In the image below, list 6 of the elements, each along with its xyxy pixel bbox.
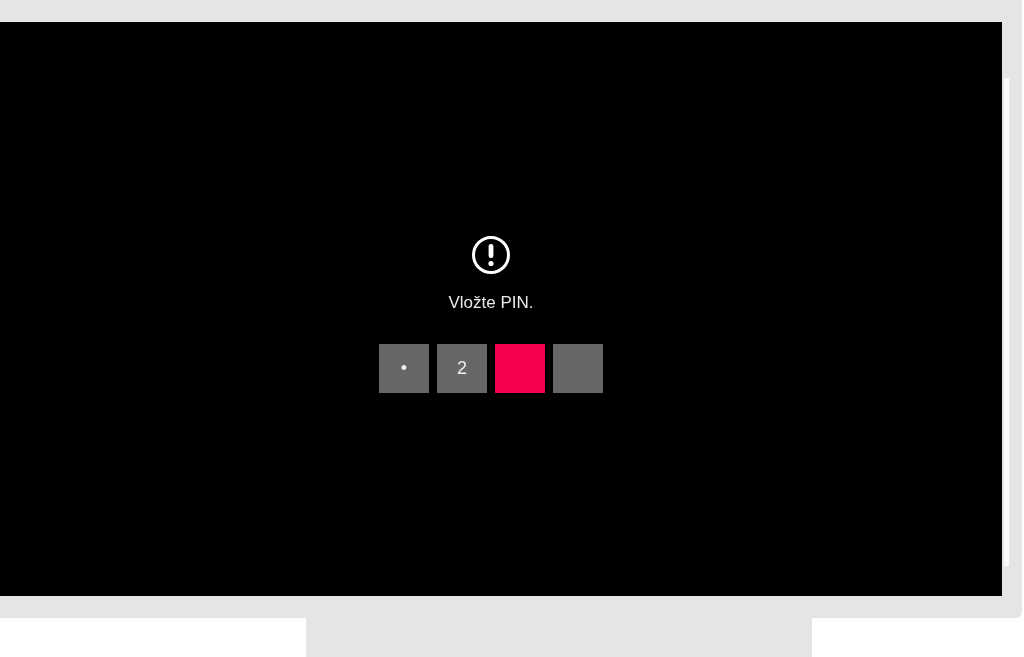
pin-digit-box[interactable]: • <box>379 344 429 393</box>
pin-prompt: Vložte PIN. <box>448 293 534 313</box>
pin-digit-box[interactable] <box>553 344 603 393</box>
pin-digit-box[interactable]: 2 <box>437 344 487 393</box>
exclamation-icon <box>471 235 511 275</box>
pin-digit-box[interactable] <box>495 344 545 393</box>
